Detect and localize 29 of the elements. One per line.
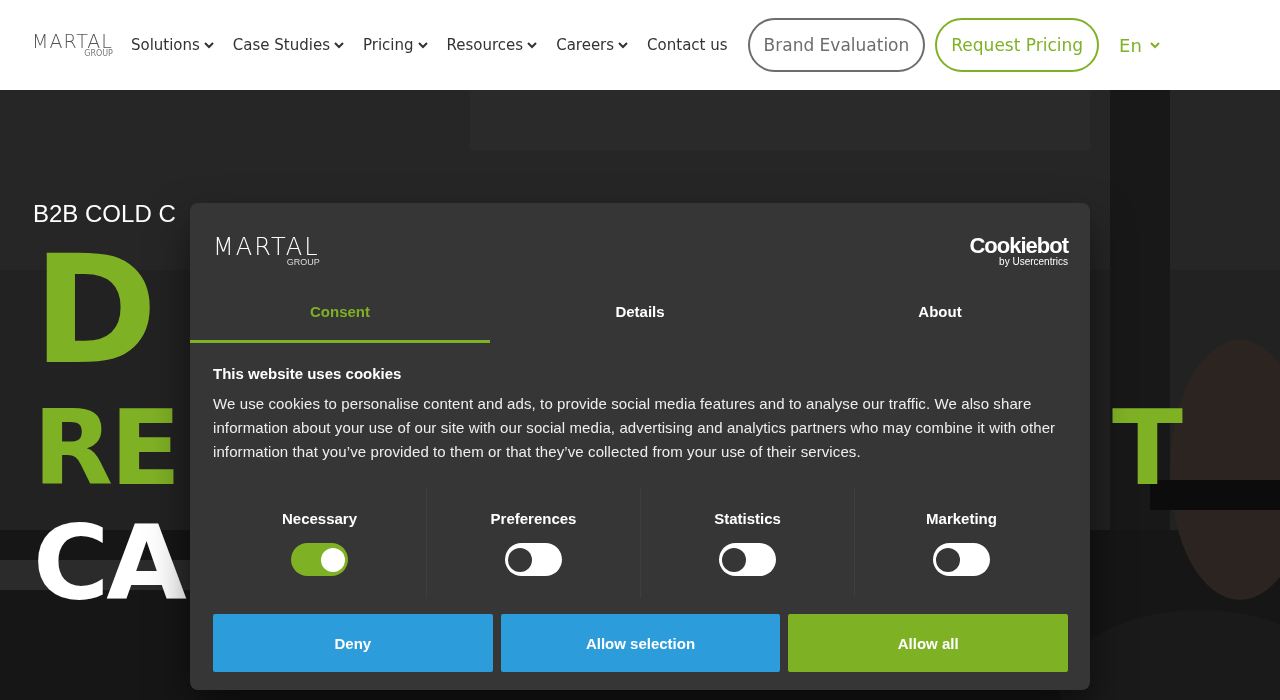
nav-link[interactable]: Contact us (647, 36, 728, 54)
dialog-text: We use cookies to personalise content and ads, to provide social media features and to analyse our traffic. We also share information about your use of our site with our social media, advertising and analytics partners who may combine it with other information that you’ve provided to them or that they’ve collected from your use of their services. (213, 394, 1057, 462)
hero-heading: RE (33, 395, 179, 500)
category-label: Statistics (714, 510, 781, 527)
category-label: Necessary (281, 510, 358, 527)
toggle-switch[interactable] (933, 543, 990, 576)
dialog-title: This website uses cookies (213, 365, 403, 382)
nav-link[interactable]: Pricing (363, 36, 428, 54)
chevron-down-icon (1149, 41, 1160, 49)
category-label: Preferences (490, 510, 577, 527)
dialog-tab[interactable]: Details (490, 283, 790, 343)
dialog-tab[interactable]: Consent (190, 283, 490, 343)
toggle-switch[interactable] (505, 543, 562, 576)
toggle-switch[interactable] (291, 543, 348, 576)
category-label: Marketing (926, 510, 997, 527)
brand-evaluation-button[interactable]: Brand Evaluation (747, 18, 926, 72)
logo[interactable]: MARTAL GROUP (32, 32, 113, 58)
hero-eyebrow: B2B COLD C (33, 200, 176, 229)
nav-link[interactable]: Resources (446, 36, 538, 54)
cookiebot-logo: Cookiebot by Usercentrics (969, 234, 1068, 267)
logo: MARTAL GROUP (213, 234, 320, 267)
nav-link[interactable]: Careers (556, 36, 629, 54)
toggle-switch[interactable] (719, 543, 776, 576)
hero-heading: CA (33, 510, 184, 615)
dialog-tab[interactable]: About (790, 283, 1090, 343)
nav-link[interactable]: Solutions (130, 36, 214, 54)
nav-link[interactable]: Case Studies (232, 36, 344, 54)
hero-heading: T (1112, 395, 1180, 500)
hero-heading: D (33, 235, 155, 385)
